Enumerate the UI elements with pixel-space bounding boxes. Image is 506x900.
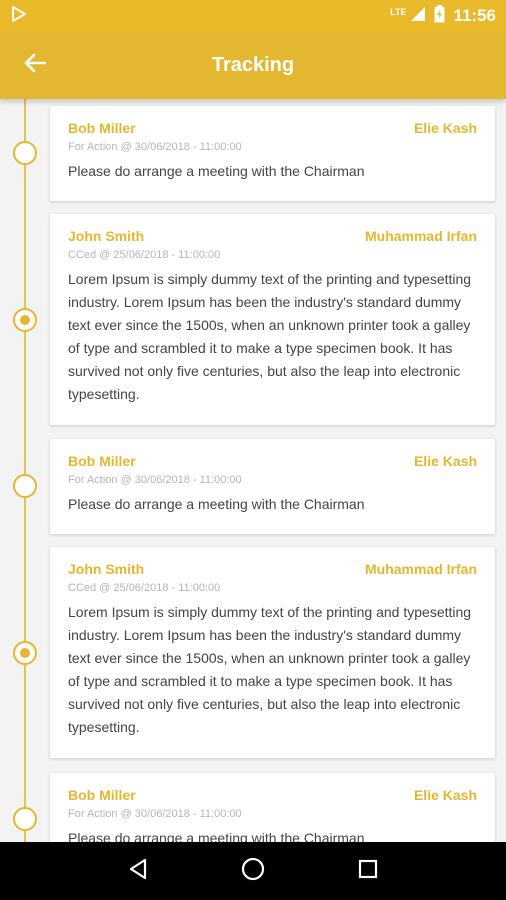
sender-name: Bob Miller xyxy=(68,787,136,803)
timeline-node-hollow xyxy=(13,807,37,831)
nav-recents-button[interactable] xyxy=(348,851,388,891)
tracking-card[interactable]: Bob Miller Elie Kash For Action @ 30/06/… xyxy=(50,106,495,201)
timeline-line xyxy=(24,99,26,842)
tracking-card[interactable]: Bob Miller Elie Kash For Action @ 30/06/… xyxy=(50,773,495,842)
tracking-card[interactable]: Bob Miller Elie Kash For Action @ 30/06/… xyxy=(50,439,495,534)
app-bar: Tracking xyxy=(0,32,506,99)
signal-icon xyxy=(410,6,426,27)
message-text: Please do arrange a meeting with the Cha… xyxy=(68,496,365,512)
sender-name: John Smith xyxy=(68,228,145,244)
timeline-node-hollow xyxy=(13,474,37,498)
play-store-icon xyxy=(10,5,28,28)
message-text: Please do arrange a meeting with the Cha… xyxy=(68,830,365,842)
sender-name: Bob Miller xyxy=(68,453,136,469)
network-type-label: LTE xyxy=(390,6,407,17)
action-meta: For Action @ 30/06/2018 - 11:00:00 xyxy=(68,141,242,153)
page-title: Tracking xyxy=(211,54,295,76)
recipient-name: Muhammad Irfan xyxy=(364,228,477,244)
recipient-name: Elie Kash xyxy=(413,787,477,803)
arrow-left-icon xyxy=(24,53,47,78)
timeline-node-filled xyxy=(13,308,37,332)
message-text: Lorem Ipsum is simply dummy text of the … xyxy=(68,604,472,735)
tracking-card[interactable]: John Smith Muhammad Irfan CCed @ 25/06/2… xyxy=(50,547,495,758)
message-text: Lorem Ipsum is simply dummy text of the … xyxy=(68,271,472,402)
tracking-card[interactable]: John Smith Muhammad Irfan CCed @ 25/06/2… xyxy=(50,214,495,425)
action-meta: For Action @ 30/06/2018 - 11:00:00 xyxy=(68,808,242,820)
nav-home-button[interactable] xyxy=(233,851,273,891)
tracking-timeline[interactable]: Bob Miller Elie Kash For Action @ 30/06/… xyxy=(0,99,506,842)
recipient-name: Muhammad Irfan xyxy=(364,561,477,577)
recipient-name: Elie Kash xyxy=(413,120,477,136)
action-meta: For Action @ 30/06/2018 - 11:00:00 xyxy=(68,474,242,486)
message-text: Please do arrange a meeting with the Cha… xyxy=(68,163,365,179)
nav-recents-icon xyxy=(357,858,379,885)
status-bar: LTE 11:56 xyxy=(0,0,506,32)
battery-icon xyxy=(434,4,445,28)
back-button[interactable] xyxy=(16,50,54,80)
nav-back-icon xyxy=(126,857,150,886)
recipient-name: Elie Kash xyxy=(413,453,477,469)
nav-back-button[interactable] xyxy=(118,851,158,891)
timeline-node-filled xyxy=(13,641,37,665)
action-meta: CCed @ 25/06/2018 - 11:00:00 xyxy=(68,582,221,594)
timeline-node-hollow xyxy=(13,141,37,165)
action-meta: CCed @ 25/06/2018 - 11:00:00 xyxy=(68,249,221,261)
status-time: 11:56 xyxy=(453,6,496,25)
sender-name: Bob Miller xyxy=(68,120,136,136)
sender-name: John Smith xyxy=(68,561,145,577)
system-nav-bar xyxy=(0,842,506,900)
nav-home-icon xyxy=(240,856,266,887)
